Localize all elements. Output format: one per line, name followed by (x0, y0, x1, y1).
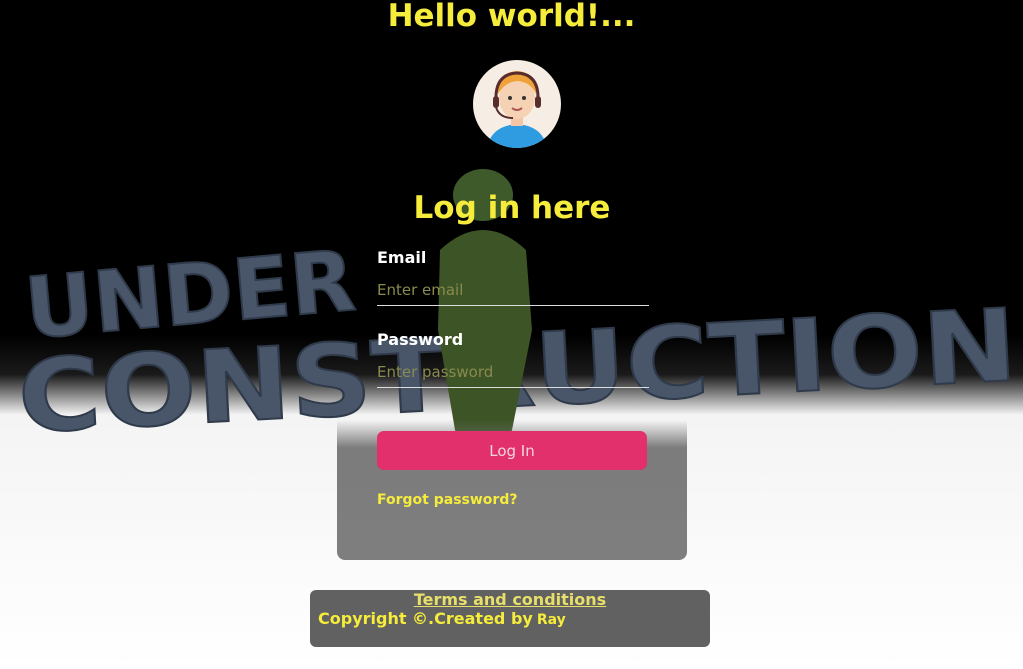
support-agent-avatar-icon (473, 60, 561, 148)
copyright-text: Copyright ©.Created by Ray (318, 609, 566, 628)
login-title: Log in here (413, 190, 611, 226)
password-label: Password (377, 330, 464, 349)
footer: Terms and conditions Copyright ©.Created… (310, 590, 710, 647)
email-label: Email (377, 248, 427, 267)
copyright-label: Copyright ©.Created by (318, 609, 533, 628)
forgot-password-link[interactable]: Forgot password? (377, 492, 517, 508)
greeting-heading: Hello world!... (387, 0, 636, 34)
login-button[interactable]: Log In (377, 431, 647, 470)
terms-link[interactable]: Terms and conditions (310, 590, 710, 609)
password-field[interactable] (377, 357, 649, 388)
email-field[interactable] (377, 275, 649, 306)
author-name: Ray (536, 612, 566, 628)
